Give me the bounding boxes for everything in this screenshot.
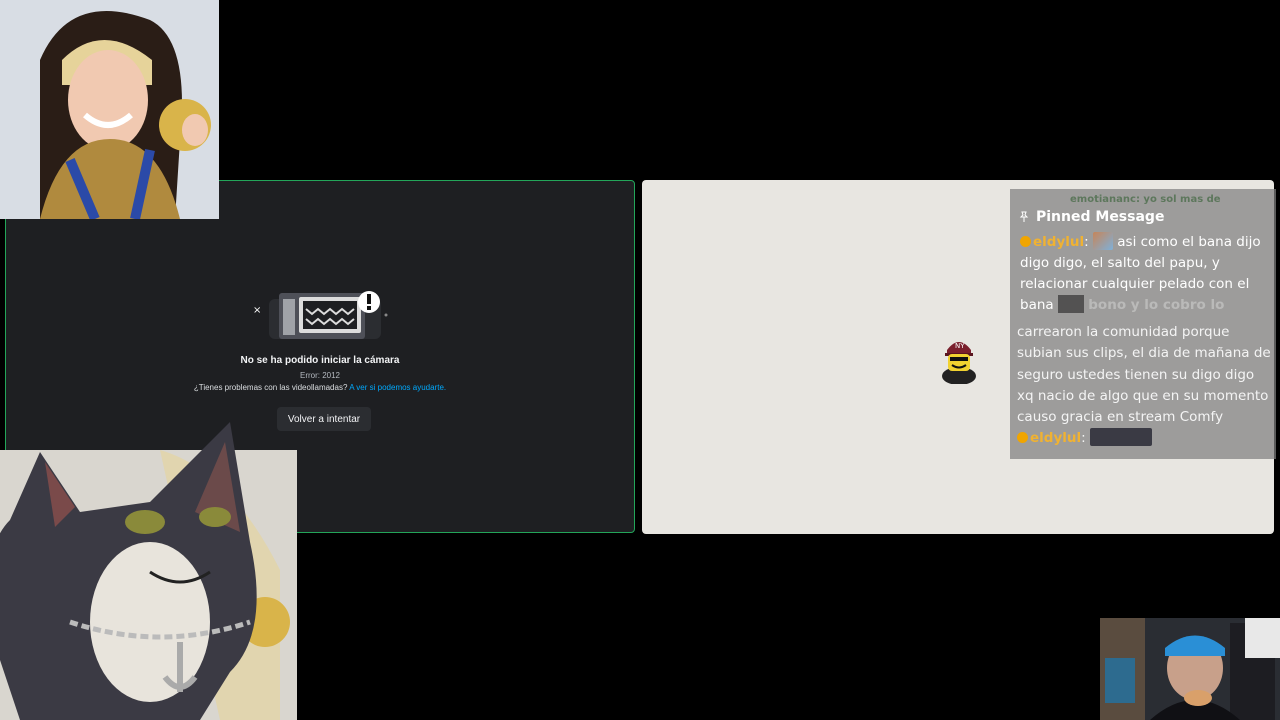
- camera-error-code: Error: 2012: [299, 371, 341, 380]
- camera-error-help: ¿Tienes problemas con las videollamadas?…: [6, 383, 634, 392]
- pin-icon: [1019, 211, 1029, 222]
- camera-error-title: No se ha podido iniciar la cámara: [240, 355, 400, 366]
- ghost-chat-text: emotiananc: yo sol mas de: [1070, 194, 1221, 205]
- emote-icon: [1057, 295, 1084, 313]
- chat-continuation: carrearon la comunidad porque subian sus…: [1017, 324, 1271, 447]
- emote-icon: [1089, 428, 1152, 447]
- subscriber-badge-icon: [1017, 432, 1028, 444]
- chat-username[interactable]: eldylul: [1033, 234, 1084, 250]
- pinned-title: Pinned Message: [1036, 209, 1165, 225]
- overlay-image-girl-medal: [0, 0, 219, 219]
- help-link[interactable]: A ver si podemos ayudarte.: [349, 383, 446, 392]
- emote-icon: [1092, 232, 1113, 250]
- svg-text:×: ×: [253, 305, 261, 316]
- chat-continuation-text: carrearon la comunidad porque subian sus…: [1017, 324, 1271, 426]
- pinned-message-overlay: emotiananc: yo sol mas de Pinned Message…: [1010, 189, 1276, 459]
- help-question: ¿Tienes problemas con las videollamadas?: [193, 383, 348, 392]
- blurred-chat-text: bono y lo cobro lo: [1088, 297, 1225, 313]
- camera-error-illustration-icon: ×: [253, 291, 388, 339]
- pinned-message-body: eldylul: asi como el bana dijo digo digo…: [1020, 232, 1261, 313]
- subscriber-badge-icon: [1020, 236, 1031, 247]
- pinned-header: Pinned Message: [1018, 209, 1164, 225]
- svg-text:NY: NY: [955, 342, 965, 350]
- overlay-image-cat: [0, 422, 297, 720]
- user-avatar[interactable]: NY: [935, 332, 983, 384]
- chat-username[interactable]: eldylul: [1030, 430, 1081, 446]
- overlay-image-streamer-webcam: [1100, 618, 1280, 720]
